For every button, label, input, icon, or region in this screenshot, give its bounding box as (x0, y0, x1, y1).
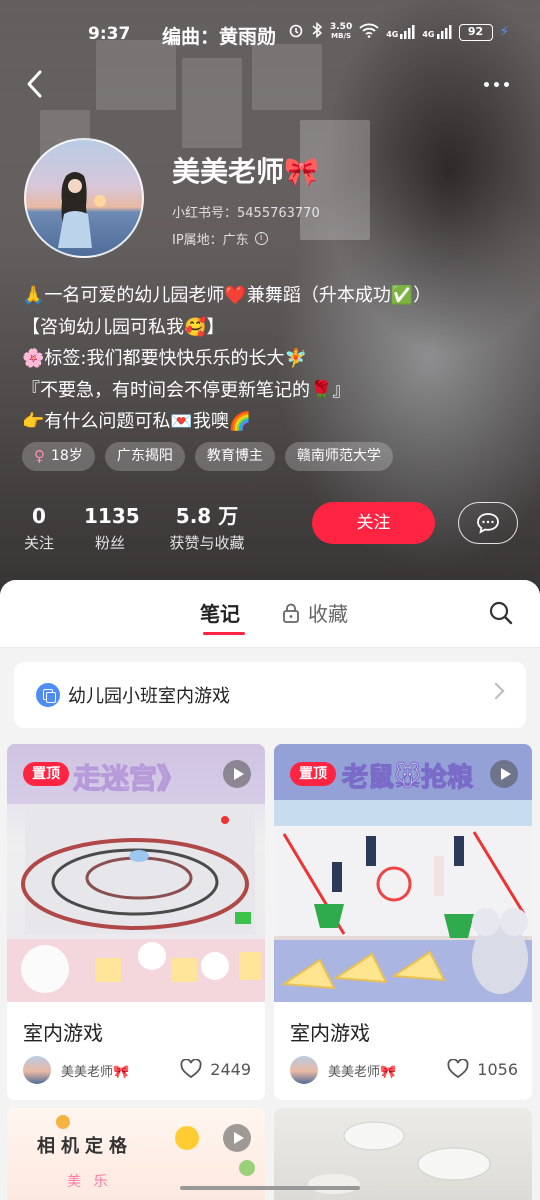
profile-bio: 🙏一名可爱的幼儿园老师❤️兼舞蹈（升本成功✅） 【咨询幼儿园可私我🥰】 🌸标签:… (22, 280, 522, 438)
tag-school: 赣南师范大学 (284, 442, 393, 471)
content-panel: 笔记 收藏 幼儿园小班室内游戏 走迷宫》 置顶 室内游戏 美美老师🎀 2449 … (0, 580, 540, 1200)
message-button[interactable] (458, 502, 518, 544)
collection-title: 幼儿园小班室内游戏 (68, 686, 230, 707)
speed-value: 3.50 (330, 22, 353, 32)
signal-2-icon: 4G (422, 25, 451, 39)
collection-entry[interactable]: 幼儿园小班室内游戏 (14, 662, 526, 728)
like-button[interactable]: 1056 (447, 1059, 518, 1079)
bio-line: 【咨询幼儿园可私我🥰】 (22, 316, 225, 338)
chat-bubble-icon (477, 513, 499, 534)
note-author[interactable]: 美美老师🎀 (23, 1056, 129, 1084)
wifi-icon (359, 22, 379, 42)
cover-title: 走迷宫》 (73, 762, 185, 795)
more-options-button[interactable] (484, 76, 516, 92)
tag-label: 教育博主 (206, 448, 263, 464)
bio-line: 🌸标签:我们都要快快乐乐的长大🧚 (22, 348, 307, 369)
lyric-ticker: 编曲：黄雨勋 (162, 26, 277, 48)
avatar[interactable] (24, 138, 144, 258)
stat-likes-collects[interactable]: 5.8 万 获赞与收藏 (164, 504, 250, 553)
home-indicator[interactable] (180, 1186, 360, 1190)
profile-tags: ♀ 18岁 广东揭阳 教育博主 赣南师范大学 (22, 442, 393, 471)
cover-title: 老鼠🐭抢粮 (342, 762, 473, 793)
play-icon (490, 760, 518, 788)
note-author[interactable]: 美美老师🎀 (290, 1056, 396, 1084)
like-button[interactable]: 2449 (180, 1059, 251, 1079)
tag-category: 教育博主 (194, 442, 275, 471)
heart-icon (447, 1059, 469, 1079)
profile-name: 美美老师🎀 (172, 155, 319, 188)
stat-label: 关注 (23, 534, 54, 552)
play-icon (223, 1124, 251, 1152)
pinned-badge: 置顶 (23, 762, 69, 786)
tag-label: 广东揭阳 (116, 448, 173, 464)
info-icon[interactable]: i (254, 232, 268, 245)
status-bar: 9:37 编曲：黄雨勋 3.50 MB/S 4G 4G 92 ⚡ (0, 0, 540, 66)
active-tab-indicator (203, 632, 245, 635)
note-card[interactable]: 老鼠🐭抢粮 置顶 室内游戏 美美老师🎀 1056 (274, 744, 532, 1100)
profile-stats: 0 关注 1135 粉丝 5.8 万 获赞与收藏 (0, 504, 300, 554)
ip-location: IP属地：广东 i (172, 229, 268, 248)
chevron-right-icon (487, 682, 505, 700)
network-speed: 3.50 MB/S (330, 23, 352, 41)
author-name: 美美老师🎀 (61, 1064, 130, 1080)
chevron-left-icon (27, 70, 42, 98)
note-title: 室内游戏 (290, 1021, 370, 1045)
cover-title: 相机定格 (37, 1135, 133, 1157)
status-time: 9:37 (88, 24, 131, 44)
author-avatar (290, 1056, 318, 1084)
tag-age: ♀ 18岁 (22, 442, 95, 471)
heart-icon (180, 1059, 202, 1079)
back-button[interactable] (20, 66, 52, 102)
bio-line: 『不要急，有时间会不停更新笔记的🌹』 (22, 379, 351, 401)
alarm-icon (288, 22, 304, 42)
like-count: 1056 (477, 1059, 518, 1079)
like-count: 2449 (210, 1059, 251, 1079)
follow-button[interactable]: 关注 (312, 502, 435, 544)
dot-icon (494, 81, 499, 87)
tag-label: 18岁 (51, 448, 83, 464)
stat-number: 0 (32, 504, 46, 528)
network-type-2: 4G (422, 30, 435, 39)
note-title: 室内游戏 (23, 1021, 103, 1045)
search-icon (489, 601, 513, 625)
stat-label: 获赞与收藏 (169, 534, 245, 552)
stat-following[interactable]: 0 关注 (22, 504, 56, 553)
author-name: 美美老师🎀 (328, 1064, 397, 1080)
lock-icon (283, 603, 299, 623)
author-avatar (23, 1056, 51, 1084)
bio-line: 👉有什么问题可私💌我噢🌈 (22, 411, 252, 432)
ip-location-text: IP属地：广东 (172, 233, 249, 248)
tab-notes[interactable]: 笔记 (200, 598, 240, 627)
stat-number: 1135 (84, 504, 140, 528)
stat-number: 5.8 万 (175, 504, 239, 528)
signal-1-icon: 4G (386, 25, 415, 39)
battery-icon: 92 (458, 23, 493, 41)
note-cover: 走迷宫》 置顶 (7, 744, 265, 1002)
red-id: 小红书号：5455763770 (172, 206, 320, 221)
female-icon: ♀ (34, 447, 45, 465)
tab-bar: 笔记 收藏 (0, 580, 540, 648)
tab-favorites[interactable]: 收藏 (282, 598, 348, 627)
dot-icon (484, 81, 489, 87)
tab-favorites-label: 收藏 (308, 602, 348, 626)
tag-label: 赣南师范大学 (296, 448, 381, 464)
stat-label: 粉丝 (94, 534, 125, 552)
bluetooth-icon (311, 21, 323, 42)
note-cover: 老鼠🐭抢粮 置顶 (274, 744, 532, 1002)
pinned-badge: 置顶 (290, 762, 336, 786)
network-type-1: 4G (386, 30, 399, 39)
bio-line: 🙏一名可爱的幼儿园老师❤️兼舞蹈（升本成功✅） (22, 285, 432, 306)
svg-text:美 乐: 美 乐 (67, 1174, 111, 1190)
play-icon (223, 760, 251, 788)
collection-icon (36, 683, 60, 707)
search-button[interactable] (488, 600, 514, 626)
note-card[interactable]: 走迷宫》 置顶 室内游戏 美美老师🎀 2449 (7, 744, 265, 1100)
speed-unit: MB/S (331, 32, 352, 40)
stat-followers[interactable]: 1135 粉丝 (84, 504, 140, 553)
avatar-girl-illustration (58, 172, 92, 248)
dot-icon (504, 81, 509, 87)
tag-location: 广东揭阳 (104, 442, 185, 471)
status-icons: 3.50 MB/S 4G 4G 92 ⚡ (288, 21, 510, 42)
charging-icon: ⚡ (499, 24, 510, 40)
